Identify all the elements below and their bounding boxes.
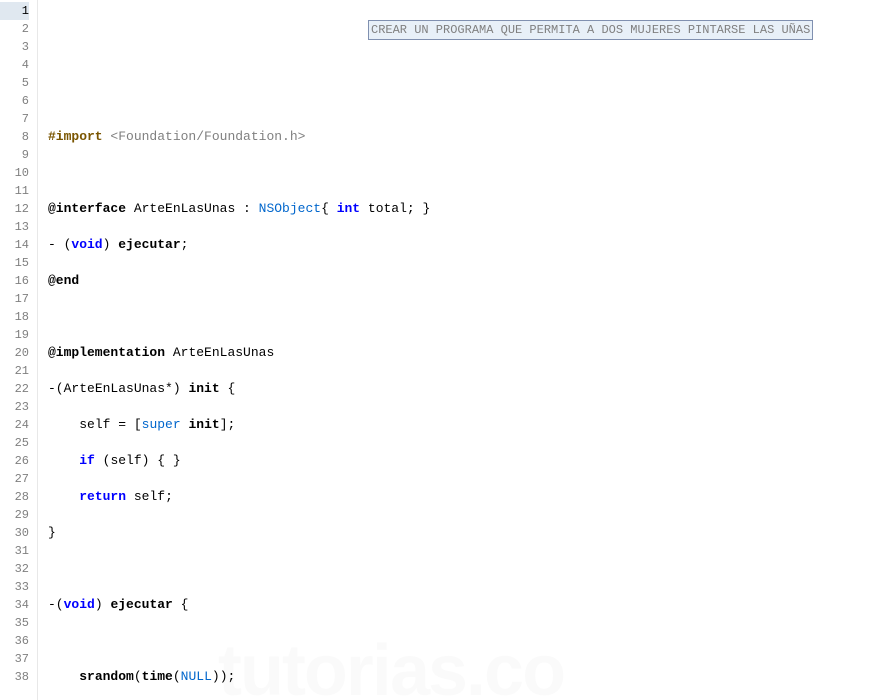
line-number[interactable]: 33 (0, 578, 29, 596)
code-line[interactable]: - (void) ejecutar; (48, 236, 880, 254)
import-header: <Foundation/Foundation.h> (110, 129, 305, 144)
code-line[interactable]: -(void) ejecutar { (48, 596, 880, 614)
line-gutter: 1 2 3 4 5 6 7 8 9 10 11 12 13 14 15 16 1… (0, 0, 38, 700)
code-line[interactable] (48, 164, 880, 182)
code-editor[interactable]: CREAR UN PROGRAMA QUE PERMITA A DOS MUJE… (38, 0, 880, 700)
code-line[interactable]: CREAR UN PROGRAMA QUE PERMITA A DOS MUJE… (48, 20, 880, 38)
line-number[interactable]: 30 (0, 524, 29, 542)
code-line[interactable]: self = [super init]; (48, 416, 880, 434)
code-line[interactable]: return self; (48, 488, 880, 506)
code-line[interactable]: @implementation ArteEnLasUnas (48, 344, 880, 362)
line-number[interactable]: 15 (0, 254, 29, 272)
line-number[interactable]: 7 (0, 110, 29, 128)
end-keyword: @end (48, 273, 79, 288)
line-number[interactable]: 12 (0, 200, 29, 218)
line-number[interactable]: 34 (0, 596, 29, 614)
line-number[interactable]: 8 (0, 128, 29, 146)
code-line[interactable] (48, 308, 880, 326)
line-number[interactable]: 14 (0, 236, 29, 254)
line-number[interactable]: 24 (0, 416, 29, 434)
interface-keyword: @interface (48, 201, 126, 216)
line-number[interactable]: 35 (0, 614, 29, 632)
line-number[interactable]: 1 (0, 2, 29, 20)
line-number[interactable]: 13 (0, 218, 29, 236)
line-number[interactable]: 2 (0, 20, 29, 38)
code-line[interactable]: @interface ArteEnLasUnas : NSObject{ int… (48, 200, 880, 218)
line-number[interactable]: 5 (0, 74, 29, 92)
import-directive: #import (48, 129, 103, 144)
line-number[interactable]: 9 (0, 146, 29, 164)
line-number[interactable]: 29 (0, 506, 29, 524)
line-number[interactable]: 20 (0, 344, 29, 362)
code-line[interactable] (48, 632, 880, 650)
line-number[interactable]: 21 (0, 362, 29, 380)
code-line[interactable]: #import <Foundation/Foundation.h> (48, 128, 880, 146)
line-number[interactable]: 28 (0, 488, 29, 506)
line-number[interactable]: 32 (0, 560, 29, 578)
line-number[interactable]: 17 (0, 290, 29, 308)
implementation-keyword: @implementation (48, 345, 165, 360)
header-comment: CREAR UN PROGRAMA QUE PERMITA A DOS MUJE… (368, 20, 813, 40)
line-number[interactable]: 38 (0, 668, 29, 686)
line-number[interactable]: 25 (0, 434, 29, 452)
code-line[interactable]: } (48, 524, 880, 542)
code-line[interactable]: -(ArteEnLasUnas*) init { (48, 380, 880, 398)
code-line[interactable]: @end (48, 272, 880, 290)
line-number[interactable]: 18 (0, 308, 29, 326)
code-line[interactable]: if (self) { } (48, 452, 880, 470)
code-line[interactable] (48, 56, 880, 74)
line-number[interactable]: 3 (0, 38, 29, 56)
line-number[interactable]: 23 (0, 398, 29, 416)
line-number[interactable]: 37 (0, 650, 29, 668)
code-line[interactable]: srandom(time(NULL)); (48, 668, 880, 686)
line-number[interactable]: 26 (0, 452, 29, 470)
line-number[interactable]: 19 (0, 326, 29, 344)
line-number[interactable]: 16 (0, 272, 29, 290)
code-line[interactable] (48, 560, 880, 578)
line-number[interactable]: 11 (0, 182, 29, 200)
line-number[interactable]: 36 (0, 632, 29, 650)
code-line[interactable] (48, 92, 880, 110)
line-number[interactable]: 6 (0, 92, 29, 110)
line-number[interactable]: 4 (0, 56, 29, 74)
line-number[interactable]: 22 (0, 380, 29, 398)
line-number[interactable]: 31 (0, 542, 29, 560)
line-number[interactable]: 10 (0, 164, 29, 182)
line-number[interactable]: 27 (0, 470, 29, 488)
